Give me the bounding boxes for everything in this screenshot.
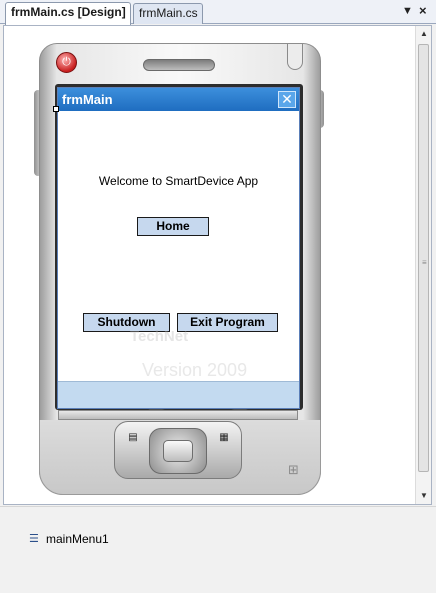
windows-logo-icon: ⊞ bbox=[288, 462, 299, 477]
device-speaker bbox=[143, 59, 215, 71]
form-title: frmMain bbox=[62, 92, 113, 107]
selection-handle[interactable] bbox=[53, 106, 59, 112]
shutdown-button[interactable]: Shutdown bbox=[83, 313, 170, 332]
scroll-up-arrow-icon[interactable]: ▲ bbox=[416, 26, 432, 42]
exit-program-button[interactable]: Exit Program bbox=[177, 313, 278, 332]
contacts-key-icon: ▦ bbox=[219, 432, 229, 443]
dpad-center-button bbox=[163, 440, 193, 462]
component-tray[interactable]: ☰ mainMenu1 bbox=[0, 506, 436, 593]
scroll-grip-icon: ≡ bbox=[422, 258, 427, 267]
form-menu-bar[interactable] bbox=[58, 381, 299, 408]
form-frmmain[interactable]: frmMain ✕ Welcome to SmartDevice App Hom… bbox=[57, 87, 300, 409]
vertical-scrollbar[interactable]: ▲ ≡ ▼ bbox=[415, 26, 431, 504]
device-stylus-slot bbox=[287, 44, 303, 70]
form-close-icon[interactable]: ✕ bbox=[278, 91, 296, 108]
tray-item-mainmenu1[interactable]: ☰ mainMenu1 bbox=[29, 532, 109, 546]
main-menu-icon: ☰ bbox=[29, 532, 39, 545]
scroll-down-arrow-icon[interactable]: ▼ bbox=[416, 488, 432, 504]
calendar-key-icon: ▤ bbox=[128, 432, 138, 443]
device-button-strip bbox=[58, 410, 298, 420]
form-titlebar: frmMain ✕ bbox=[58, 88, 299, 111]
tray-item-label: mainMenu1 bbox=[46, 532, 109, 546]
welcome-label: Welcome to SmartDevice App bbox=[98, 174, 259, 188]
chevron-down-icon[interactable]: ▼ bbox=[402, 4, 413, 18]
scrollbar-thumb[interactable]: ≡ bbox=[418, 44, 429, 472]
home-button[interactable]: Home bbox=[137, 217, 209, 236]
power-icon: ⏻ bbox=[56, 52, 77, 73]
tab-frmmain-design[interactable]: frmMain.cs [Design] bbox=[5, 2, 131, 25]
document-tab-strip: frmMain.cs [Design] frmMain.cs ▼ × bbox=[0, 0, 436, 25]
tab-frmmain-cs[interactable]: frmMain.cs bbox=[133, 3, 203, 24]
close-icon[interactable]: × bbox=[419, 4, 427, 18]
